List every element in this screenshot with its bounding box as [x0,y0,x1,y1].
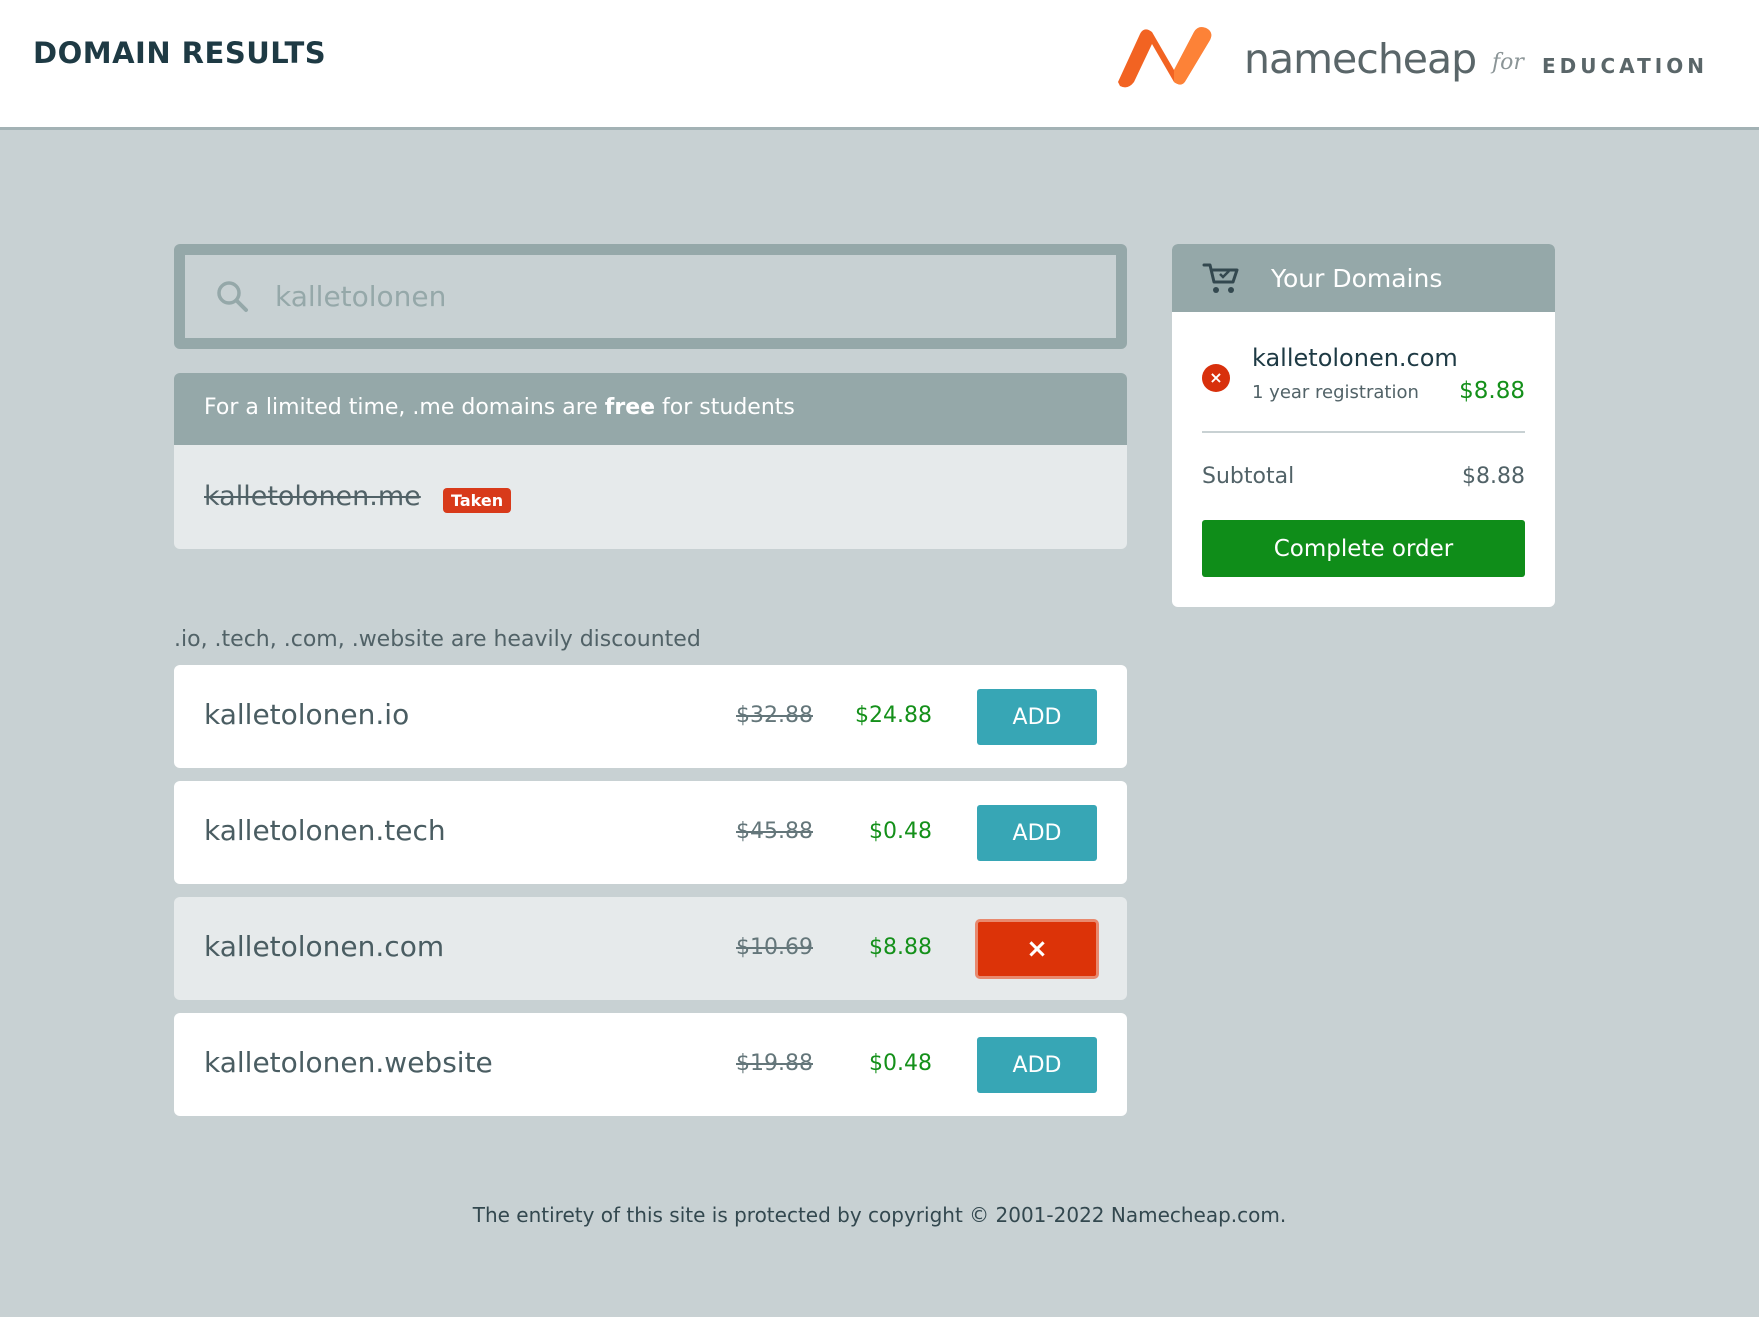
cart-item: × kalletolonen.com 1 year registration $… [1202,344,1525,414]
cart-item-domain: kalletolonen.com [1252,344,1458,372]
brand-name: namecheap [1244,35,1477,83]
old-price: $45.88 [736,819,813,844]
namecheap-logo-icon [1118,27,1212,88]
cart-title: Your Domains [1271,264,1443,293]
search-box [174,244,1127,349]
search-icon [217,281,248,312]
domain-name: kalletolonen.tech [204,814,446,847]
cart-divider [1202,431,1525,433]
search-inner [185,255,1116,338]
add-button[interactable]: ADD [977,1037,1097,1093]
domain-name: kalletolonen.com [204,930,445,963]
discount-price: $0.48 [869,1051,932,1076]
brand-education: EDUCATION [1542,54,1708,78]
subtotal-value: $8.88 [1462,464,1525,489]
cart-icon [1202,263,1239,293]
domain-row-com: kalletolonen.com $10.69 $8.88 × [174,897,1127,1000]
promo-banner: For a limited time, .me domains are free… [174,373,1127,445]
discount-price: $24.88 [855,703,932,728]
cart-panel: Your Domains × kalletolonen.com 1 year r… [1172,244,1555,607]
old-price: $10.69 [736,935,813,960]
footer-copyright: The entirety of this site is protected b… [472,1203,1287,1227]
search-input[interactable] [275,267,1075,325]
cart-item-term: 1 year registration [1252,382,1419,403]
subtotal-label: Subtotal [1202,464,1295,489]
old-price: $32.88 [736,703,813,728]
domain-row-io: kalletolonen.io $32.88 $24.88 ADD [174,665,1127,768]
remove-circle-icon[interactable]: × [1202,364,1230,392]
brand-for: for [1492,50,1524,75]
domain-name: kalletolonen.io [204,698,410,731]
remove-button[interactable]: × [975,919,1099,979]
cart-item-price: $8.88 [1459,378,1525,404]
page-title: DOMAIN RESULTS [33,36,327,70]
cart-header: Your Domains [1172,244,1555,312]
domain-row-website: kalletolonen.website $19.88 $0.48 ADD [174,1013,1127,1116]
add-button[interactable]: ADD [977,805,1097,861]
domain-row-tech: kalletolonen.tech $45.88 $0.48 ADD [174,781,1127,884]
old-price: $19.88 [736,1051,813,1076]
discount-price: $0.48 [869,819,932,844]
discount-price: $8.88 [869,935,932,960]
complete-order-button[interactable]: Complete order [1202,520,1525,577]
add-button[interactable]: ADD [977,689,1097,745]
bottom-strip [0,1317,1759,1321]
page-header: DOMAIN RESULTS namecheap for EDUCATION [0,0,1759,130]
taken-badge: Taken [443,488,512,513]
promo-domain-row: kalletolonen.me Taken [174,445,1127,549]
domain-name: kalletolonen.website [204,1046,493,1079]
discount-label: .io, .tech, .com, .website are heavily d… [174,627,701,652]
promo-text: For a limited time, .me domains are free… [204,395,795,420]
taken-domain-name: kalletolonen.me [204,481,421,512]
brand-logo-group[interactable]: namecheap for EDUCATION [1112,20,1712,90]
